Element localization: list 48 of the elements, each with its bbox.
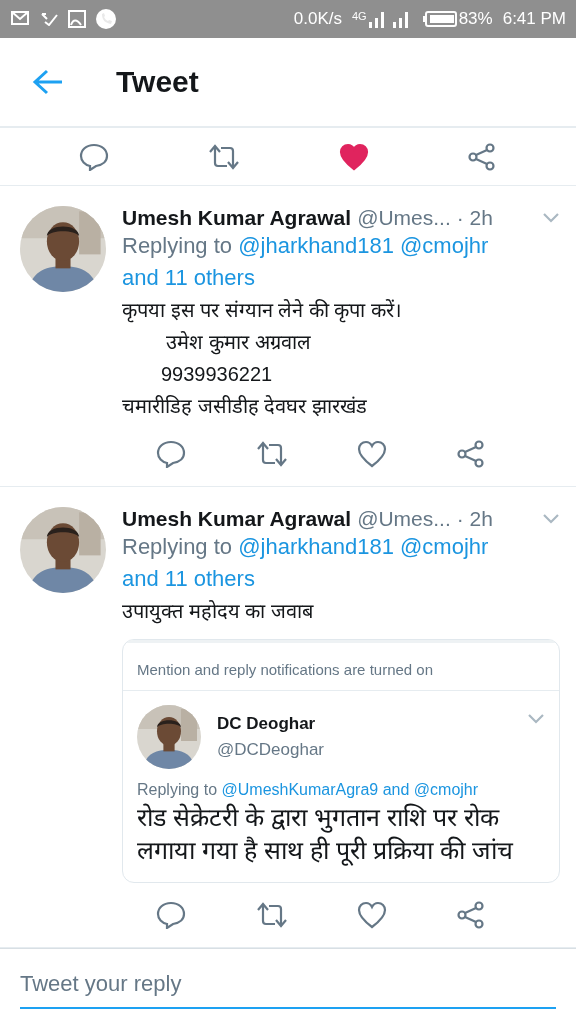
notification-notice: Mention and reply notifications are turned on bbox=[123, 640, 559, 691]
heart-icon[interactable] bbox=[339, 142, 369, 171]
user-handle: @Umes... bbox=[357, 206, 451, 231]
tweet-time: · 2h bbox=[456, 206, 493, 231]
mention-link[interactable]: @jharkhand181 bbox=[238, 233, 394, 259]
mail-icon bbox=[10, 10, 30, 28]
tweet-text-line: कृपया इस पर संग्यान लेने की कृपा करें। bbox=[122, 298, 403, 325]
reply-icon[interactable] bbox=[156, 901, 187, 929]
mention-link[interactable]: and 11 others bbox=[122, 265, 255, 291]
phone-icon bbox=[96, 9, 116, 29]
mention-link[interactable]: @cmojhr bbox=[400, 233, 489, 259]
share-icon[interactable] bbox=[467, 142, 497, 171]
missed-call-icon bbox=[40, 12, 58, 26]
user-handle: @Umes... bbox=[357, 507, 451, 532]
retweet-icon[interactable] bbox=[207, 142, 241, 171]
retweet-icon[interactable] bbox=[254, 440, 289, 469]
user-name: DC Deoghar bbox=[217, 714, 317, 734]
clock-time: 6:41 PM bbox=[502, 9, 566, 29]
reply-icon[interactable] bbox=[79, 142, 109, 171]
mention-link[interactable]: @cmojhr bbox=[400, 534, 489, 560]
tweet-text-line: उमेश कुमार अग्रवाल bbox=[165, 330, 312, 357]
tweet-text-line: 9939936221 bbox=[159, 362, 274, 388]
replying-to-text: Replying to @UmeshKumarAgra9 and @cmojhr bbox=[137, 780, 480, 800]
reply-icon[interactable] bbox=[156, 440, 187, 469]
retweet-icon[interactable] bbox=[254, 901, 289, 929]
heart-icon[interactable] bbox=[357, 440, 388, 469]
user-handle: @DCDeoghar bbox=[217, 740, 326, 760]
replying-to-text: Replying to @jharkhand181 @cmojhr and 11 others bbox=[122, 232, 490, 293]
tweet-text-line: चमारीडिह जसीडीह देवघर झारखंड bbox=[122, 394, 368, 420]
mention-link[interactable]: @jharkhand181 bbox=[238, 534, 394, 560]
user-name: Umesh Kumar Agrawal bbox=[122, 507, 352, 532]
network-speed: 0.0K/s bbox=[293, 9, 342, 29]
share-icon[interactable] bbox=[455, 440, 486, 469]
mention-link[interactable]: and 11 others bbox=[122, 566, 255, 592]
screen-title: Tweet bbox=[116, 65, 199, 99]
tweet-body: रोड सेक्रेटरी के द्वारा भुगतान राशि पर रोक लगाया गया है साथ ही पूरी प्रक्रिया की जांच bbox=[136, 802, 515, 867]
battery-percent: 83% bbox=[458, 9, 493, 29]
replying-to-text: Replying to @jharkhand181 @cmojhr and 11 others bbox=[122, 533, 490, 594]
user-name: Umesh Kumar Agrawal bbox=[122, 206, 352, 231]
heart-icon[interactable] bbox=[357, 901, 388, 929]
network-type: 4G bbox=[351, 10, 367, 22]
image-icon bbox=[68, 10, 86, 28]
mention-link[interactable]: @UmeshKumarAgra9 and @cmojhr bbox=[221, 781, 479, 798]
battery-icon bbox=[422, 11, 457, 27]
tweet-text-line: उपायुक्त महोदय का जवाब bbox=[122, 599, 315, 626]
tweet-time: · 2h bbox=[456, 507, 493, 532]
back-arrow-icon[interactable] bbox=[32, 68, 64, 96]
share-icon[interactable] bbox=[455, 901, 486, 929]
